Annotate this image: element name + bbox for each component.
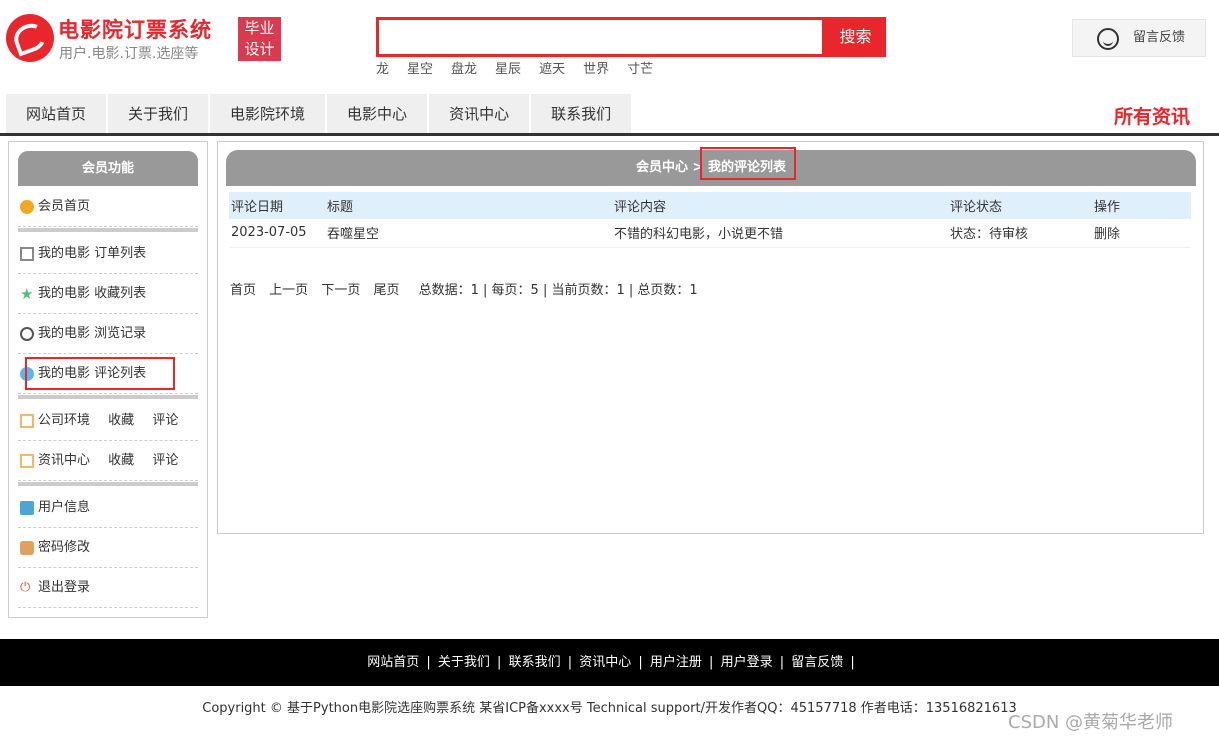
news-link[interactable]: 资讯中心 — [38, 453, 90, 468]
nav-item-about[interactable]: 关于我们 — [108, 94, 211, 134]
hot-word[interactable]: 星辰 — [495, 58, 521, 77]
nav-item-cinema-env[interactable]: 电影院环境 — [210, 94, 328, 134]
footer-link[interactable]: 用户登录 — [721, 655, 773, 670]
badge-line-1: 毕业 — [244, 19, 275, 37]
sidebar-item-label: 会员首页 — [38, 199, 91, 214]
sidebar-title: 会员功能 — [18, 151, 198, 186]
footer-link[interactable]: 资讯中心 — [579, 655, 631, 670]
logo-mark-icon — [10, 19, 50, 57]
hot-word[interactable]: 盘龙 — [451, 58, 477, 77]
hot-word[interactable]: 世界 — [583, 58, 609, 77]
cell-content: 不错的科幻电影，小说更不错 — [612, 219, 948, 248]
sidebar-item-label: 我的电影 收藏列表 — [38, 286, 147, 301]
grid-icon — [20, 247, 34, 261]
badge-line-2: 设计 — [244, 40, 275, 58]
feedback-label: 留言反馈 — [1133, 30, 1186, 45]
highlight-breadcrumb — [700, 147, 796, 180]
sidebar-item-news: 资讯中心 收藏 评论 — [18, 441, 198, 481]
col-status: 评论状态 — [948, 192, 1092, 219]
sidebar-item-user-info[interactable]: 用户信息 — [18, 488, 198, 528]
footer-nav: 网站首页 | 关于我们 | 联系我们 | 资讯中心 | 用户注册 | 用户登录 … — [0, 639, 1219, 686]
pager-prev[interactable]: 上一页 — [269, 283, 308, 298]
all-news-link[interactable]: 所有资讯 — [1114, 102, 1190, 129]
document-icon — [20, 414, 34, 428]
sidebar-item-label: 我的电影 订单列表 — [38, 246, 147, 261]
table-row: 2023-07-05 吞噬星空 不错的科幻电影，小说更不错 状态：待审核 删除 — [229, 219, 1191, 248]
search-input[interactable] — [376, 17, 825, 57]
highlight-comments-item — [25, 357, 175, 390]
cell-title: 吞噬星空 — [325, 219, 612, 248]
nav-item-contact[interactable]: 联系我们 — [531, 94, 634, 134]
nav-item-movies[interactable]: 电影中心 — [327, 94, 430, 134]
nav-divider — [0, 133, 1219, 136]
sidebar-item-label: 退出登录 — [38, 580, 91, 595]
sidebar-separator — [18, 395, 198, 399]
table-header-row: 评论日期 标题 评论内容 评论状态 操作 — [229, 192, 1191, 219]
footer-link[interactable]: 关于我们 — [438, 655, 490, 670]
footer-link[interactable]: 联系我们 — [509, 655, 561, 670]
document-icon — [20, 454, 34, 468]
main-nav: 网站首页 关于我们 电影院环境 电影中心 资讯中心 联系我们 — [6, 94, 634, 134]
hot-word[interactable]: 寸芒 — [627, 58, 653, 77]
hot-word[interactable]: 龙 — [376, 58, 389, 77]
pager-next[interactable]: 下一页 — [321, 283, 360, 298]
pager-last[interactable]: 尾页 — [373, 283, 399, 298]
sidebar-item-history[interactable]: 我的电影 浏览记录 — [18, 314, 198, 354]
site-subtitle: 用户.电影.订票.选座等 — [59, 46, 199, 62]
hot-word[interactable]: 遮天 — [539, 58, 565, 77]
comments-table: 评论日期 标题 评论内容 评论状态 操作 2023-07-05 吞噬星空 不错的… — [229, 192, 1191, 248]
env-link[interactable]: 公司环境 — [38, 413, 90, 428]
lock-icon — [20, 541, 34, 555]
col-action: 操作 — [1092, 192, 1191, 219]
site-title: 电影院订票系统 — [58, 18, 212, 42]
user-face-icon — [1097, 28, 1119, 50]
graduation-badge: 毕业 设计 — [238, 17, 281, 61]
pagination: 首页 上一页 下一页 尾页 总数据：1 | 每页：5 | 当前页数：1 | 总页… — [230, 279, 707, 298]
star-icon: ★ — [20, 285, 34, 303]
feedback-button[interactable]: 留言反馈 — [1072, 19, 1206, 57]
home-coin-icon — [20, 200, 34, 214]
env-fav-link[interactable]: 收藏 — [108, 413, 134, 428]
sidebar-item-member-home[interactable]: 会员首页 — [18, 187, 198, 227]
sidebar-separator — [18, 482, 198, 486]
sidebar-item-orders[interactable]: 我的电影 订单列表 — [18, 234, 198, 274]
clock-icon — [20, 327, 34, 341]
search-button[interactable]: 搜索 — [825, 17, 886, 57]
col-date: 评论日期 — [229, 192, 325, 219]
sidebar-item-label: 密码修改 — [38, 540, 91, 555]
sidebar-item-label: 我的电影 浏览记录 — [38, 326, 147, 341]
nav-item-news[interactable]: 资讯中心 — [429, 94, 532, 134]
env-comment-link[interactable]: 评论 — [152, 413, 178, 428]
clipboard-icon — [20, 501, 34, 515]
breadcrumb-parent[interactable]: 会员中心 — [636, 160, 688, 175]
sidebar-item-env: 公司环境 收藏 评论 — [18, 401, 198, 441]
sidebar-item-logout[interactable]: ⏻ 退出登录 — [18, 568, 198, 608]
pager-summary: 总数据：1 | 每页：5 | 当前页数：1 | 总页数：1 — [418, 283, 698, 298]
sidebar-item-password[interactable]: 密码修改 — [18, 528, 198, 568]
col-title: 标题 — [325, 192, 612, 219]
footer-link[interactable]: 网站首页 — [367, 655, 419, 670]
news-comment-link[interactable]: 评论 — [152, 453, 178, 468]
hot-search-words: 龙 星空 盘龙 星辰 遮天 世界 寸芒 — [376, 58, 671, 77]
hot-word[interactable]: 星空 — [407, 58, 433, 77]
sidebar-item-favorites[interactable]: ★ 我的电影 收藏列表 — [18, 274, 198, 314]
news-fav-link[interactable]: 收藏 — [108, 453, 134, 468]
footer-link[interactable]: 用户注册 — [650, 655, 702, 670]
delete-link[interactable]: 删除 — [1092, 219, 1191, 248]
cell-status: 状态：待审核 — [948, 219, 1092, 248]
power-icon: ⏻ — [20, 580, 31, 595]
site-logo[interactable] — [6, 14, 54, 62]
col-content: 评论内容 — [612, 192, 948, 219]
sidebar-separator — [18, 228, 198, 232]
pager-first[interactable]: 首页 — [230, 283, 256, 298]
sidebar-item-label: 用户信息 — [38, 500, 91, 515]
footer-link[interactable]: 留言反馈 — [791, 655, 843, 670]
csdn-watermark: CSDN @黄菊华老师 — [1008, 712, 1174, 733]
nav-item-home[interactable]: 网站首页 — [6, 94, 109, 134]
cell-date: 2023-07-05 — [229, 219, 325, 248]
